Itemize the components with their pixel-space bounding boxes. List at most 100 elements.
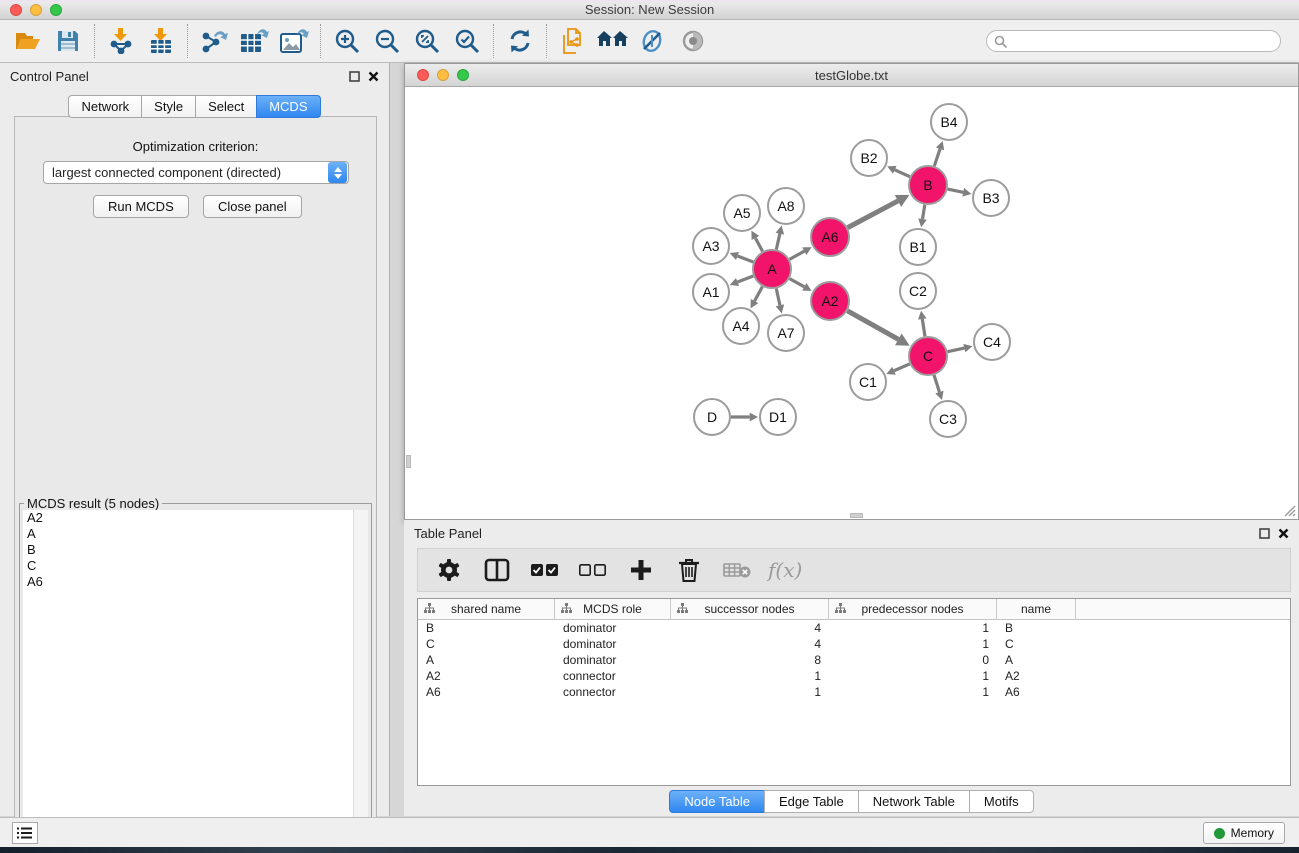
graph-node-B4[interactable]: B4 (931, 104, 967, 140)
close-panel-icon[interactable] (368, 71, 379, 82)
float-panel-icon[interactable] (349, 71, 360, 82)
columns-icon[interactable] (480, 553, 514, 587)
search-box[interactable] (986, 30, 1281, 52)
table-cell[interactable]: A6 (997, 684, 1076, 700)
edge-C-C1[interactable] (894, 364, 910, 371)
minimize-network-window-icon[interactable] (437, 69, 449, 81)
edge-A-A2[interactable] (790, 279, 805, 287)
table-cell[interactable]: 1 (829, 684, 997, 700)
column-header-predecessor-nodes[interactable]: predecessor nodes (829, 599, 997, 619)
table-row[interactable]: Adominator80A (418, 652, 1290, 668)
graph-node-C4[interactable]: C4 (974, 324, 1010, 360)
edge-C-C2[interactable] (922, 319, 925, 336)
task-history-button[interactable] (12, 822, 38, 844)
edge-A-A1[interactable] (737, 276, 753, 282)
close-window-icon[interactable] (10, 4, 22, 16)
edge-B-B2[interactable] (895, 170, 910, 177)
graph-node-B[interactable]: B (909, 166, 947, 204)
import-table-icon[interactable] (141, 24, 181, 58)
edge-A-A6[interactable] (790, 251, 805, 259)
graph-node-A3[interactable]: A3 (693, 228, 729, 264)
function-builder-button[interactable]: f(x) (768, 553, 802, 587)
result-item[interactable]: A6 (23, 574, 354, 590)
table-row[interactable]: Cdominator41C (418, 636, 1290, 652)
graph-node-A8[interactable]: A8 (768, 188, 804, 224)
export-network-icon[interactable] (194, 24, 234, 58)
delete-table-icon[interactable] (720, 553, 754, 587)
graph-node-B2[interactable]: B2 (851, 140, 887, 176)
table-cell[interactable]: C (997, 636, 1076, 652)
edge-A-A3[interactable] (737, 256, 753, 262)
table-row[interactable]: A6connector11A6 (418, 684, 1290, 700)
search-input[interactable] (986, 30, 1281, 52)
zoom-out-icon[interactable] (367, 24, 407, 58)
graph-node-D1[interactable]: D1 (760, 399, 796, 435)
table-cell[interactable]: 1 (829, 636, 997, 652)
table-body[interactable]: Bdominator41BCdominator41CAdominator80AA… (418, 620, 1290, 700)
canvas-horizontal-scroll-thumb[interactable] (850, 513, 863, 518)
table-cell[interactable]: 1 (671, 684, 829, 700)
deselect-all-icon[interactable] (576, 553, 610, 587)
tab-select[interactable]: Select (195, 95, 257, 118)
export-table-icon[interactable] (234, 24, 274, 58)
column-header-successor-nodes[interactable]: successor nodes (671, 599, 829, 619)
graph-node-A7[interactable]: A7 (768, 315, 804, 351)
table-cell[interactable]: 1 (829, 620, 997, 636)
tab-style[interactable]: Style (141, 95, 196, 118)
maximize-network-window-icon[interactable] (457, 69, 469, 81)
edge-A-A4[interactable] (755, 287, 763, 302)
table-row[interactable]: A2connector11A2 (418, 668, 1290, 684)
graph-node-C3[interactable]: C3 (930, 401, 966, 437)
column-header-shared-name[interactable]: shared name (418, 599, 555, 619)
result-item[interactable]: B (23, 542, 354, 558)
network-graph[interactable]: B4B2BB3B1A5A8A6A3AA1A2C2A4A7C4CC1C3DD1 (405, 87, 1298, 519)
tab-network-table[interactable]: Network Table (858, 790, 970, 813)
edge-C-C4[interactable] (948, 348, 965, 352)
edge-B-B4[interactable] (934, 149, 940, 166)
zoom-selected-icon[interactable] (447, 24, 487, 58)
graph-node-B3[interactable]: B3 (973, 180, 1009, 216)
float-table-panel-icon[interactable] (1259, 528, 1270, 539)
result-item[interactable]: C (23, 558, 354, 574)
table-cell[interactable]: B (418, 620, 555, 636)
table-header-row[interactable]: shared nameMCDS rolesuccessor nodesprede… (418, 599, 1290, 620)
table-cell[interactable]: connector (555, 684, 671, 700)
home-view-icon[interactable] (593, 24, 633, 58)
tab-mcds[interactable]: MCDS (256, 95, 320, 118)
add-icon[interactable] (624, 553, 658, 587)
edge-A-A7[interactable] (776, 289, 780, 306)
minimize-window-icon[interactable] (30, 4, 42, 16)
maximize-window-icon[interactable] (50, 4, 62, 16)
column-header-MCDS-role[interactable]: MCDS role (555, 599, 671, 619)
tab-motifs[interactable]: Motifs (969, 790, 1034, 813)
tab-network[interactable]: Network (68, 95, 142, 118)
refresh-icon[interactable] (500, 24, 540, 58)
trash-icon[interactable] (672, 553, 706, 587)
export-image-icon[interactable] (274, 24, 314, 58)
graph-node-A1[interactable]: A1 (693, 274, 729, 310)
edge-B-B1[interactable] (923, 205, 925, 219)
graph-node-A4[interactable]: A4 (723, 308, 759, 344)
table-cell[interactable]: B (997, 620, 1076, 636)
graph-node-A[interactable]: A (753, 250, 791, 288)
zoom-fit-icon[interactable] (407, 24, 447, 58)
eye-icon[interactable] (673, 24, 713, 58)
result-item[interactable]: A (23, 526, 354, 542)
toggle-graphics-details-icon[interactable] (633, 24, 673, 58)
graph-node-C1[interactable]: C1 (850, 364, 886, 400)
table-cell[interactable]: 1 (829, 668, 997, 684)
graph-node-C2[interactable]: C2 (900, 273, 936, 309)
table-cell[interactable]: 1 (671, 668, 829, 684)
criterion-select[interactable]: largest connected component (directed) (43, 161, 349, 184)
select-all-icon[interactable] (528, 553, 562, 587)
tab-node-table[interactable]: Node Table (669, 790, 765, 813)
node-table[interactable]: shared nameMCDS rolesuccessor nodesprede… (417, 598, 1291, 786)
run-mcds-button[interactable]: Run MCDS (93, 195, 189, 218)
close-panel-button[interactable]: Close panel (203, 195, 302, 218)
close-table-panel-icon[interactable] (1278, 528, 1289, 539)
tab-edge-table[interactable]: Edge Table (764, 790, 859, 813)
open-file-icon[interactable] (8, 24, 48, 58)
zoom-in-icon[interactable] (327, 24, 367, 58)
graph-node-A5[interactable]: A5 (724, 195, 760, 231)
network-canvas[interactable]: B4B2BB3B1A5A8A6A3AA1A2C2A4A7C4CC1C3DD1 (405, 87, 1298, 519)
